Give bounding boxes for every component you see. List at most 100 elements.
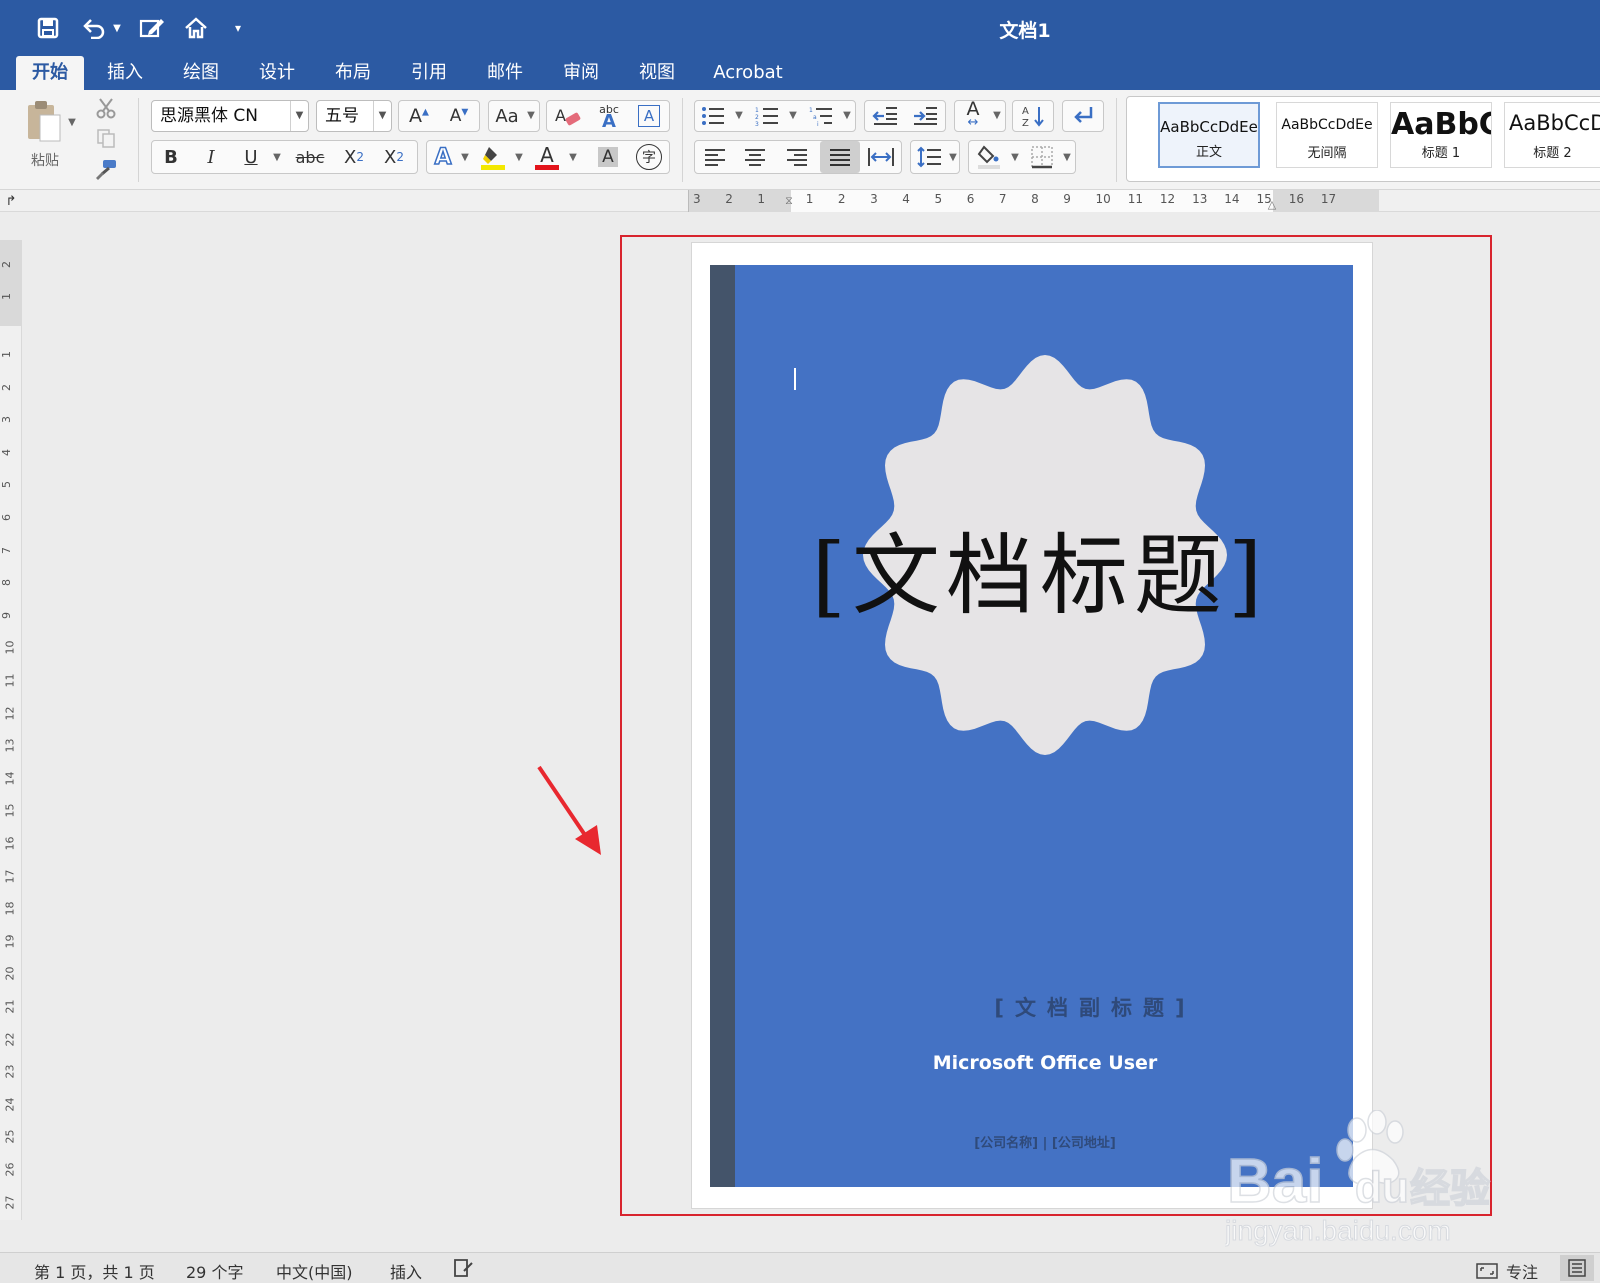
decrease-indent-button[interactable] (866, 101, 904, 131)
italic-button[interactable]: I (193, 142, 229, 172)
customize-toolbar-button[interactable]: ▾ (228, 10, 248, 46)
justify-button[interactable] (820, 141, 860, 173)
numbering-dropdown[interactable]: ▼ (786, 108, 800, 122)
bold-button[interactable]: B (153, 142, 189, 172)
clear-formatting-button[interactable]: A (548, 101, 588, 131)
change-case-icon: Aa (495, 105, 519, 127)
increase-indent-button[interactable] (906, 101, 944, 131)
change-case-button[interactable]: Aa (490, 101, 524, 131)
tab-insert[interactable]: 插入 (92, 56, 158, 90)
borders-dropdown[interactable]: ▼ (1060, 150, 1074, 164)
print-layout-view-button[interactable] (1560, 1255, 1594, 1281)
edit-document-icon (139, 19, 164, 38)
font-name-value: 思源黑体 CN (160, 106, 258, 126)
tab-draw[interactable]: 绘图 (168, 56, 234, 90)
change-case-dropdown[interactable]: ▼ (524, 108, 538, 122)
page-edit-icon (454, 1259, 473, 1277)
paste-dropdown[interactable]: ▼ (66, 116, 78, 128)
show-formatting-marks-button[interactable] (1064, 101, 1102, 131)
style-no-spacing[interactable]: AaBbCcDdEe 无间隔 (1276, 102, 1378, 168)
right-indent-marker[interactable]: △ (1265, 196, 1279, 212)
tab-home[interactable]: 开始 (16, 56, 84, 90)
enclose-characters-button[interactable]: 字 (630, 142, 668, 172)
style-heading-1[interactable]: AaBbC 标题 1 (1390, 102, 1492, 168)
font-size-combo[interactable]: 五号 ▼ (316, 100, 392, 132)
underline-button[interactable]: U (233, 142, 269, 172)
copy-icon (97, 129, 115, 148)
character-shading-button[interactable]: A (590, 142, 626, 172)
text-direction-dropdown[interactable]: ▼ (990, 108, 1004, 122)
undo-dropdown[interactable]: ▼ (110, 10, 124, 46)
save-button[interactable] (32, 10, 64, 46)
format-painter-button[interactable] (90, 154, 122, 184)
tab-selector[interactable]: ↱ (2, 192, 20, 210)
line-spacing-button[interactable] (912, 142, 946, 172)
horizontal-ruler[interactable]: ↱ 3 2 1 1 2 3 4 5 6 7 8 9 10 11 12 13 14 15 16 17 ⧖ △ (0, 190, 1600, 212)
svg-text:1: 1 (755, 107, 759, 114)
character-border-icon: A (638, 105, 660, 127)
ruler-tick-label: 11 (1127, 192, 1143, 206)
superscript-button[interactable]: X2 (374, 142, 414, 172)
text-direction-button[interactable]: A ↔ (956, 100, 990, 131)
line-spacing-dropdown[interactable]: ▼ (946, 150, 960, 164)
highlight-dropdown[interactable]: ▼ (512, 150, 526, 164)
status-word-count[interactable]: 29 个字 (186, 1259, 243, 1283)
ruler-tick-label: 23 (3, 1064, 17, 1079)
grow-font-button[interactable]: A▲ (400, 101, 438, 131)
first-line-indent-marker[interactable]: ⧖ (782, 190, 796, 212)
tab-view[interactable]: 视图 (624, 56, 690, 90)
tab-layout[interactable]: 布局 (320, 56, 386, 90)
font-name-combo[interactable]: 思源黑体 CN ▼ (151, 100, 309, 132)
ruler-tick-label: 2 (0, 383, 13, 391)
ruler-tick-label: 17 (1320, 192, 1337, 206)
focus-icon (1476, 1263, 1498, 1279)
distributed-button[interactable] (862, 142, 900, 172)
style-normal[interactable]: AaBbCcDdEe 正文 (1158, 102, 1260, 168)
ribbon-home: ▼ 粘贴 思源黑体 CN ▼ 五号 ▼ A▲ A▼ Aa ▼ A abc A A (0, 90, 1600, 190)
phonetic-guide-button[interactable]: abc A (590, 101, 628, 131)
ruler-tick-label: 22 (3, 1032, 17, 1047)
tab-design[interactable]: 设计 (244, 56, 310, 90)
style-heading-2[interactable]: AaBbCcD 标题 2 (1504, 102, 1600, 168)
tab-mailings[interactable]: 邮件 (472, 56, 538, 90)
bullets-button[interactable] (696, 101, 730, 131)
highlight-button[interactable] (474, 142, 512, 172)
ruler-tick-label: 21 (3, 999, 17, 1014)
subscript-button[interactable]: X2 (334, 142, 374, 172)
status-language[interactable]: 中文(中国) (276, 1259, 353, 1283)
focus-mode-button[interactable]: 专注 (1476, 1259, 1538, 1283)
home-button[interactable] (180, 10, 212, 46)
undo-button[interactable] (78, 10, 110, 46)
strikethrough-button[interactable]: abc (288, 142, 332, 172)
multilevel-list-button[interactable]: 1ai (804, 101, 838, 131)
text-effects-button[interactable]: A (428, 142, 458, 172)
tab-review[interactable]: 审阅 (548, 56, 614, 90)
cut-button[interactable] (90, 94, 122, 122)
text-effects-dropdown[interactable]: ▼ (458, 150, 472, 164)
tab-references[interactable]: 引用 (396, 56, 462, 90)
vertical-ruler[interactable]: 2 1 1 2 3 4 5 6 7 8 9 10 11 12 13 14 15 16 17 18 19 20 21 22 23 2… (0, 240, 22, 1220)
align-center-button[interactable] (736, 142, 774, 172)
multilevel-list-dropdown[interactable]: ▼ (840, 108, 854, 122)
bullets-dropdown[interactable]: ▼ (732, 108, 746, 122)
sort-button[interactable]: AZ (1014, 101, 1052, 131)
shading-button[interactable] (970, 142, 1008, 172)
font-color-button[interactable]: A (528, 142, 566, 172)
character-border-button[interactable]: A (630, 101, 668, 131)
tab-acrobat[interactable]: Acrobat (702, 56, 794, 90)
align-right-icon (787, 149, 807, 166)
copy-button[interactable] (90, 124, 122, 152)
numbering-button[interactable]: 123 (750, 101, 784, 131)
track-changes-button[interactable] (452, 1257, 474, 1283)
paste-button[interactable] (14, 96, 74, 146)
font-color-dropdown[interactable]: ▼ (566, 150, 580, 164)
shading-dropdown[interactable]: ▼ (1008, 150, 1022, 164)
shrink-font-button[interactable]: A▼ (440, 101, 478, 131)
status-insert-mode[interactable]: 插入 (390, 1259, 422, 1283)
status-page-count[interactable]: 第 1 页，共 1 页 (34, 1259, 155, 1283)
edit-document-button[interactable] (136, 10, 168, 46)
underline-dropdown[interactable]: ▼ (270, 150, 284, 164)
borders-button[interactable] (1024, 142, 1060, 172)
align-right-button[interactable] (778, 142, 816, 172)
align-left-button[interactable] (696, 142, 734, 172)
